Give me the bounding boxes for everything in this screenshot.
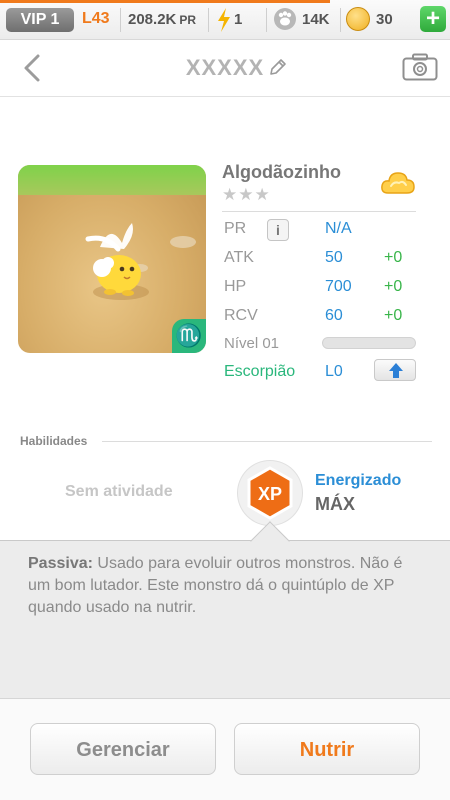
- vip-badge[interactable]: VIP 1: [6, 8, 74, 32]
- separator: [266, 8, 267, 32]
- stat-bonus-rcv: +0: [384, 307, 403, 324]
- lightning-icon: [218, 8, 230, 32]
- energy-count: 1: [234, 11, 243, 28]
- abilities-divider: [102, 441, 432, 442]
- manage-button[interactable]: Gerenciar: [30, 723, 216, 775]
- separator: [208, 8, 209, 32]
- xp-progress-bar: [322, 337, 416, 349]
- feed-button[interactable]: Nutrir: [234, 723, 420, 775]
- active-skill-empty: Sem atividade: [65, 483, 173, 500]
- zodiac-rank: L0: [325, 363, 343, 380]
- stat-value-rcv: 60: [325, 307, 343, 324]
- rank-up-button[interactable]: [374, 359, 416, 381]
- monster-portrait[interactable]: ♏: [18, 165, 206, 353]
- stat-value-atk: 50: [325, 249, 343, 266]
- stat-bonus-atk: +0: [384, 249, 403, 266]
- stat-bonus-hp: +0: [384, 278, 403, 295]
- add-currency-button[interactable]: +: [420, 6, 446, 32]
- passive-skill-level: MÁX: [315, 494, 355, 514]
- camera-icon[interactable]: [402, 53, 438, 81]
- stat-label-pr: PR: [224, 220, 247, 237]
- xp-badge-text: XP: [258, 484, 282, 504]
- star-rating: ★★★: [222, 185, 271, 204]
- status-bar: VIP 1 L43 208.2K PR 1 14K 30 +: [0, 0, 450, 40]
- zodiac-sign-label: Escorpião: [224, 363, 296, 380]
- pencil-icon[interactable]: [268, 57, 288, 77]
- info-icon[interactable]: i: [267, 219, 289, 241]
- paw-icon: [274, 8, 296, 30]
- coin-count: 30: [376, 11, 393, 28]
- stat-label-rcv: RCV: [224, 307, 258, 324]
- arrow-up-icon: [389, 363, 403, 378]
- passive-description: Passiva: Usado para evoluir outros monst…: [28, 553, 428, 619]
- scorpio-zodiac-icon: ♏: [172, 319, 206, 353]
- power-rating: 208.2K PR: [128, 11, 196, 28]
- page-header: XXXXX: [0, 41, 450, 97]
- coin-icon: [346, 7, 370, 31]
- cloud-element-icon: [381, 172, 415, 194]
- power-rating-value: 208.2K: [128, 11, 177, 28]
- info-divider: [222, 211, 416, 212]
- player-level: L43: [82, 10, 110, 27]
- food-count: 14K: [302, 11, 330, 28]
- abilities-section-label: Habilidades: [20, 434, 88, 448]
- stat-value-hp: 700: [325, 278, 352, 295]
- level-label: Nível 01: [224, 335, 280, 352]
- separator: [340, 8, 341, 32]
- separator: [120, 8, 121, 32]
- page-title: XXXXX: [0, 55, 450, 81]
- stat-label-atk: ATK: [224, 249, 254, 266]
- xp-hexagon-icon: XP: [247, 466, 293, 520]
- status-bar-accent: [0, 0, 330, 3]
- passive-description-lead: Passiva:: [28, 555, 93, 572]
- monster-name: Algodãozinho: [222, 162, 341, 182]
- passive-skill-badge[interactable]: XP: [238, 461, 302, 525]
- stat-value-pr: N/A: [325, 220, 352, 237]
- passive-skill-name: Energizado: [315, 472, 402, 489]
- monster-nickname[interactable]: XXXXX: [186, 55, 264, 81]
- stat-label-hp: HP: [224, 278, 247, 295]
- power-rating-suffix: PR: [179, 13, 197, 27]
